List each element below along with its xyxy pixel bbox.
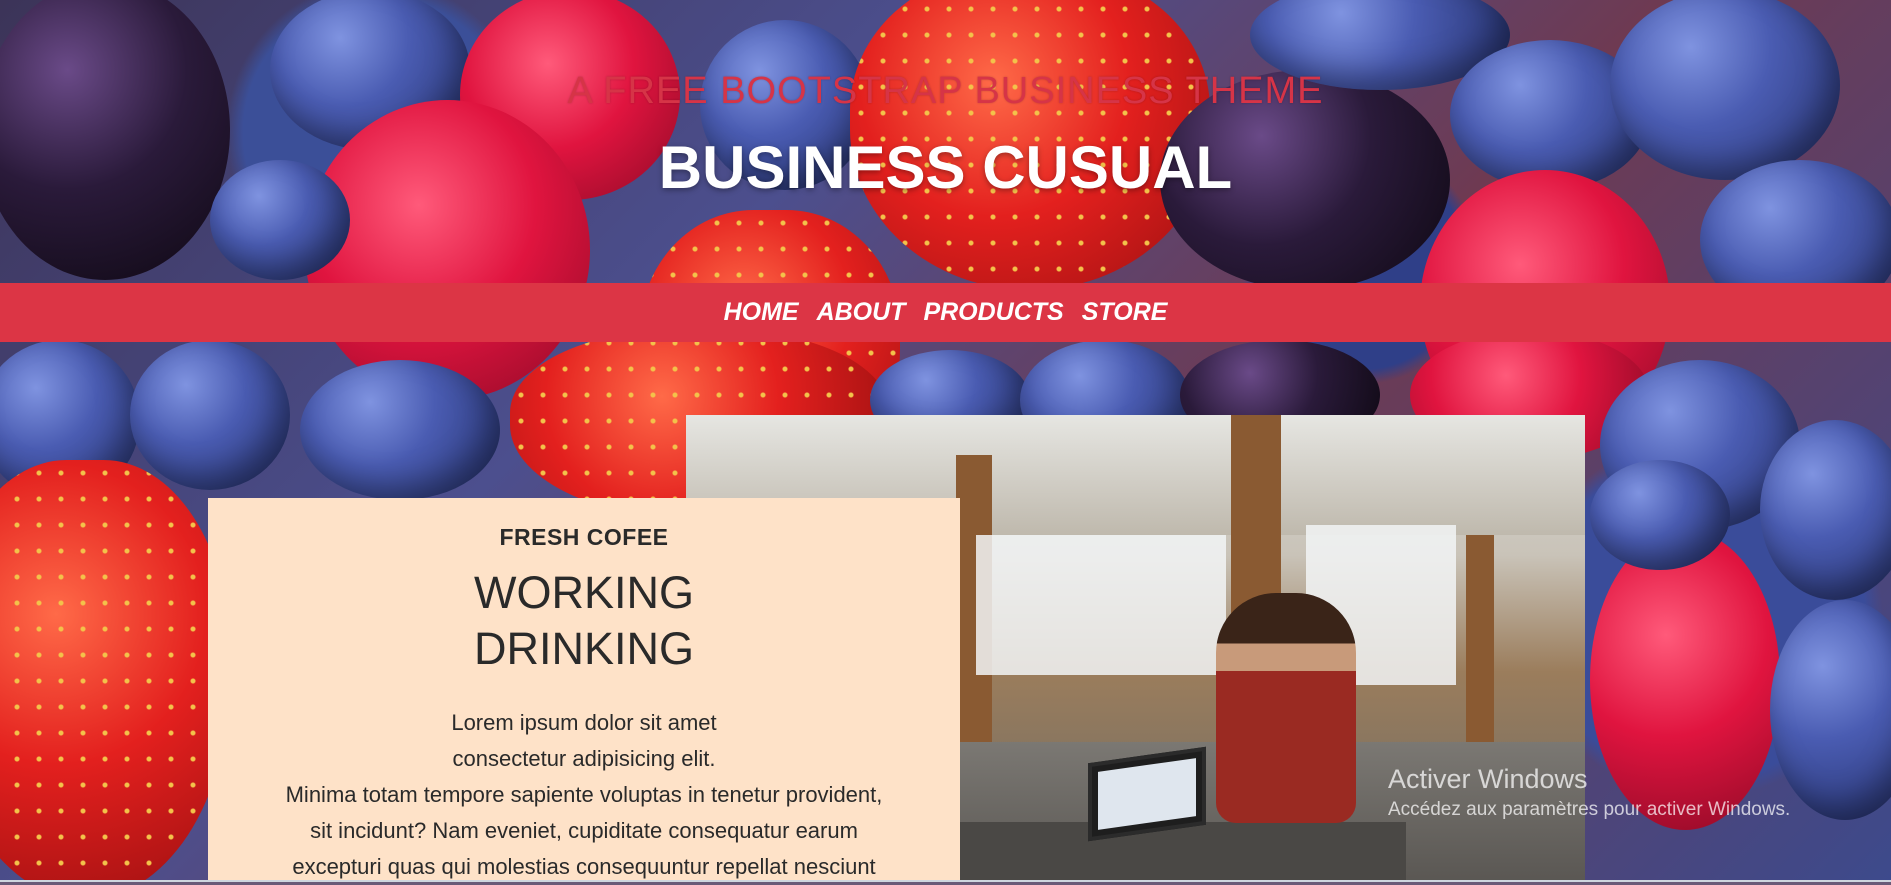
card-body-text: Lorem ipsum dolor sit amet consectetur a… — [208, 705, 960, 885]
photo-pos-terminal — [1088, 746, 1206, 842]
windows-activation-watermark: Activer Windows Accédez aux paramètres p… — [1388, 764, 1790, 821]
nav-store-link[interactable]: STORE — [1082, 298, 1168, 327]
hero-subtitle: A Free Bootstrap Business Theme — [567, 70, 1324, 112]
photo-window — [976, 535, 1226, 675]
nav-products-link[interactable]: PRODUCTS — [923, 298, 1063, 327]
nav-home-link[interactable]: HOME — [724, 298, 799, 327]
card-body-line: consectetur adipisicing elit. — [452, 746, 716, 771]
photo-barista — [1216, 593, 1356, 823]
card-body-line: Minima totam tempore sapiente voluptas i… — [285, 782, 883, 807]
card-body-line: Lorem ipsum dolor sit amet — [451, 710, 717, 735]
watermark-title: Activer Windows — [1388, 764, 1588, 794]
card-heading-line2: DRINKING — [473, 623, 694, 674]
card-heading: WORKING DRINKING — [208, 565, 960, 677]
card-kicker: FRESH COFEE — [499, 524, 669, 550]
hero-title: Business Cusual — [658, 134, 1233, 201]
nav-about-link[interactable]: ABOUT — [817, 298, 906, 327]
card-heading-line1: WORKING — [474, 567, 694, 618]
watermark-subtitle: Accédez aux paramètres pour activer Wind… — [1388, 799, 1791, 820]
main-navbar: HOME ABOUT PRODUCTS STORE — [0, 283, 1891, 342]
intro-card: FRESH COFEE WORKING DRINKING Lorem ipsum… — [208, 498, 960, 882]
card-body-line: sit incidunt? Nam eveniet, cupiditate co… — [310, 818, 858, 843]
